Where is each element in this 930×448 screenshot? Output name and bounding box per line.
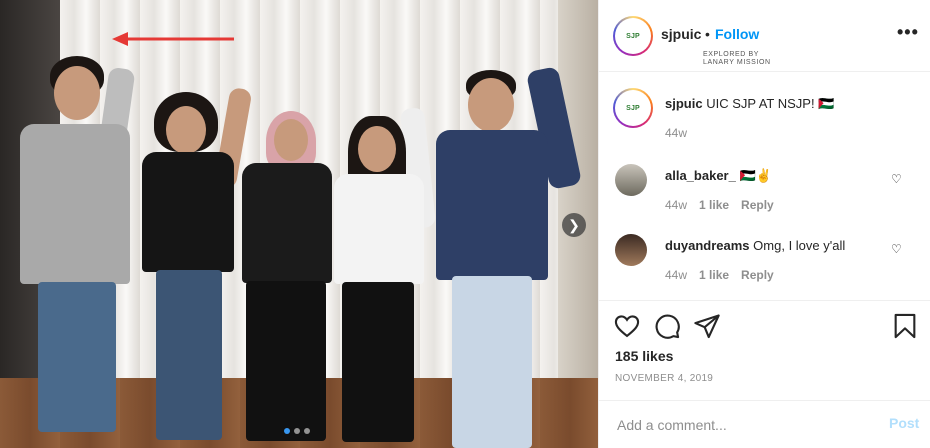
post-photo[interactable]: ❯ (0, 0, 598, 448)
avatar[interactable] (615, 234, 647, 266)
comments-list: SJP sjpuic UIC SJP AT NSJP! 🇵🇸 44w alla_… (599, 72, 930, 300)
comment-input[interactable] (615, 413, 869, 437)
carousel-dot (284, 428, 290, 434)
separator-dot: • (705, 26, 710, 42)
username-link[interactable]: sjpuic (661, 26, 701, 42)
chevron-right-icon: ❯ (568, 217, 580, 233)
carousel-next-button[interactable]: ❯ (562, 213, 586, 237)
comment-likes[interactable]: 1 like (699, 198, 729, 212)
action-bar: 185 likes NOVEMBER 4, 2019 (599, 300, 930, 400)
comment-username[interactable]: alla_baker_ (665, 168, 736, 183)
post-date[interactable]: NOVEMBER 4, 2019 (615, 373, 713, 384)
avatar[interactable] (615, 164, 647, 196)
avatar[interactable]: SJP (613, 88, 653, 128)
reply-button[interactable]: Reply (741, 198, 774, 212)
caption-username[interactable]: sjpuic (665, 96, 703, 111)
comment-composer: Post (599, 400, 930, 448)
comment-likes[interactable]: 1 like (699, 268, 729, 282)
list-item: alla_baker_ 🇵🇸✌ ♡ 44w 1 like Reply (599, 162, 930, 218)
caption-row: SJP sjpuic UIC SJP AT NSJP! 🇵🇸 44w (599, 88, 930, 148)
explored-by-label: EXPLORED BY LANARY MISSION (703, 51, 771, 66)
person-figure (320, 107, 440, 448)
comment-icon[interactable] (653, 312, 681, 340)
comment-username[interactable]: duyandreams (665, 238, 750, 253)
post-button[interactable]: Post (889, 415, 919, 431)
comment-text: Omg, I love y'all (753, 238, 846, 253)
carousel-dot (294, 428, 300, 434)
sjp-logo: SJP (626, 32, 640, 40)
caption-text: UIC SJP AT NSJP! 🇵🇸 (706, 96, 835, 111)
comment-age[interactable]: 44w (665, 268, 687, 282)
more-horizontal-icon[interactable]: ••• (897, 22, 919, 43)
reply-button[interactable]: Reply (741, 268, 774, 282)
heart-icon[interactable] (613, 312, 641, 340)
person-figure (430, 65, 590, 448)
bookmark-icon[interactable] (891, 312, 919, 340)
caption-age[interactable]: 44w (665, 126, 687, 140)
carousel-dot (304, 428, 310, 434)
list-item: duyandreams Omg, I love y'all ♡ 44w 1 li… (599, 232, 930, 288)
carousel-dots (284, 428, 310, 434)
follow-button[interactable]: Follow (715, 26, 759, 42)
person-figure (10, 48, 150, 448)
likes-count[interactable]: 185 likes (615, 348, 673, 364)
avatar[interactable]: SJP (613, 16, 653, 56)
heart-icon[interactable]: ♡ (891, 172, 902, 186)
sjp-logo: SJP (626, 104, 640, 112)
comment-age[interactable]: 44w (665, 198, 687, 212)
instagram-post: ❯ SJP sjpuic • Follow EXPLORED BY LANARY… (0, 0, 930, 448)
heart-icon[interactable]: ♡ (891, 242, 902, 256)
comment-text: 🇵🇸✌ (739, 168, 772, 183)
red-arrow-annotation (112, 32, 234, 46)
post-details-panel: SJP sjpuic • Follow EXPLORED BY LANARY M… (598, 0, 930, 448)
post-header: SJP sjpuic • Follow EXPLORED BY LANARY M… (599, 0, 930, 72)
share-icon[interactable] (693, 312, 721, 340)
